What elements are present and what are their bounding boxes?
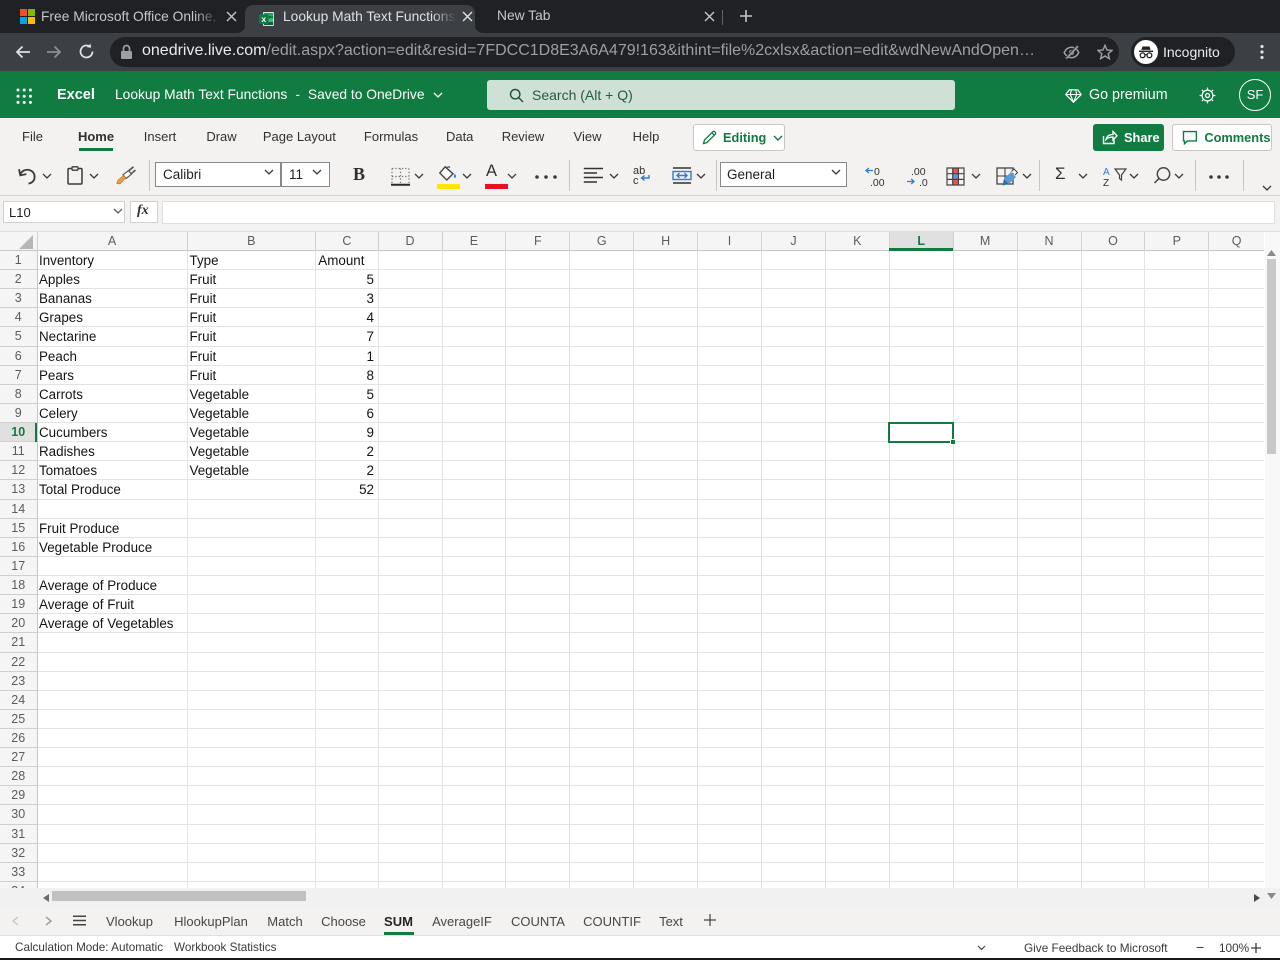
svg-text:c: c bbox=[633, 175, 639, 185]
svg-text:A: A bbox=[1103, 167, 1110, 178]
svg-text:x: x bbox=[261, 14, 266, 24]
svg-text:.00: .00 bbox=[870, 177, 885, 187]
svg-text:.0: .0 bbox=[919, 177, 928, 187]
svg-text:Z: Z bbox=[1103, 178, 1109, 186]
